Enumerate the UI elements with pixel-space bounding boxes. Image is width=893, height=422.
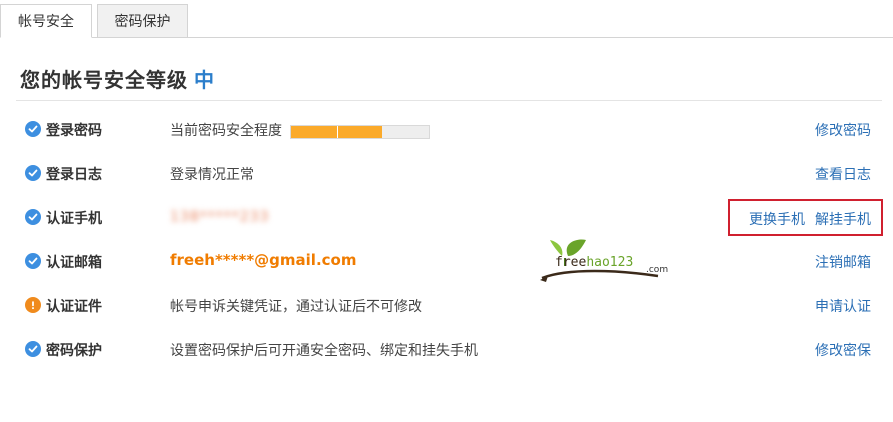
security-level: 中 <box>194 68 215 92</box>
warning-circle-icon <box>25 297 41 313</box>
tab-account-security-label: 帐号安全 <box>18 14 74 30</box>
watermark-logo: freehao123 .com <box>538 236 668 284</box>
password-strength-bar <box>290 125 430 139</box>
row-label: 密码保护 <box>46 343 102 359</box>
row-desc: 登录情况正常 <box>170 167 254 183</box>
row-label: 登录密码 <box>46 123 102 139</box>
row-login-password: 登录密码 当前密码安全程度 修改密码 <box>16 108 882 152</box>
change-password-link[interactable]: 修改密码 <box>815 120 871 140</box>
row-label: 认证证件 <box>46 299 102 315</box>
watermark-text-b: hao123 <box>586 255 634 270</box>
check-circle-icon <box>25 121 41 137</box>
view-log-link[interactable]: 查看日志 <box>815 164 871 184</box>
row-label: 认证邮箱 <box>46 255 102 271</box>
tab-bar: 帐号安全 密码保护 <box>0 0 893 38</box>
row-desc: 当前密码安全程度 <box>170 123 282 139</box>
check-circle-icon <box>25 253 41 269</box>
strength-segment-divider <box>337 126 338 138</box>
watermark-text: freehao123 <box>555 255 633 270</box>
row-password-protection: 密码保护 设置密码保护后可开通安全密码、绑定和挂失手机 修改密保 <box>16 328 882 372</box>
unbind-phone-link[interactable]: 解挂手机 <box>815 209 871 229</box>
phone-number-blurred: 138*****233 <box>170 209 270 225</box>
change-phone-link[interactable]: 更换手机 <box>749 209 805 229</box>
page-title: 您的帐号安全等级中 <box>20 64 215 93</box>
title-divider <box>16 100 882 101</box>
check-circle-icon <box>25 209 41 225</box>
modify-protection-link[interactable]: 修改密保 <box>815 340 871 360</box>
tab-account-security[interactable]: 帐号安全 <box>0 4 92 38</box>
cancel-email-link[interactable]: 注销邮箱 <box>815 252 871 272</box>
tab-password-protection[interactable]: 密码保护 <box>97 4 188 38</box>
page-title-text: 您的帐号安全等级 <box>20 68 188 92</box>
check-circle-icon <box>25 341 41 357</box>
row-login-log: 登录日志 登录情况正常 查看日志 <box>16 152 882 196</box>
tab-password-protection-label: 密码保护 <box>114 14 171 30</box>
row-label: 登录日志 <box>46 167 102 183</box>
row-verified-email: 认证邮箱 freeh*****@gmail.com 注销邮箱 <box>16 240 882 284</box>
apply-verification-link[interactable]: 申请认证 <box>815 296 871 316</box>
email-value: freeh*****@gmail.com <box>170 251 357 269</box>
watermark-suffix: .com <box>646 265 669 275</box>
row-desc: 设置密码保护后可开通安全密码、绑定和挂失手机 <box>170 343 478 359</box>
watermark-text-a: free <box>555 255 587 270</box>
row-desc: 帐号申诉关键凭证，通过认证后不可修改 <box>170 299 422 315</box>
row-label: 认证手机 <box>46 211 102 227</box>
check-circle-icon <box>25 165 41 181</box>
row-verified-id: 认证证件 帐号申诉关键凭证，通过认证后不可修改 申请认证 <box>16 284 882 328</box>
